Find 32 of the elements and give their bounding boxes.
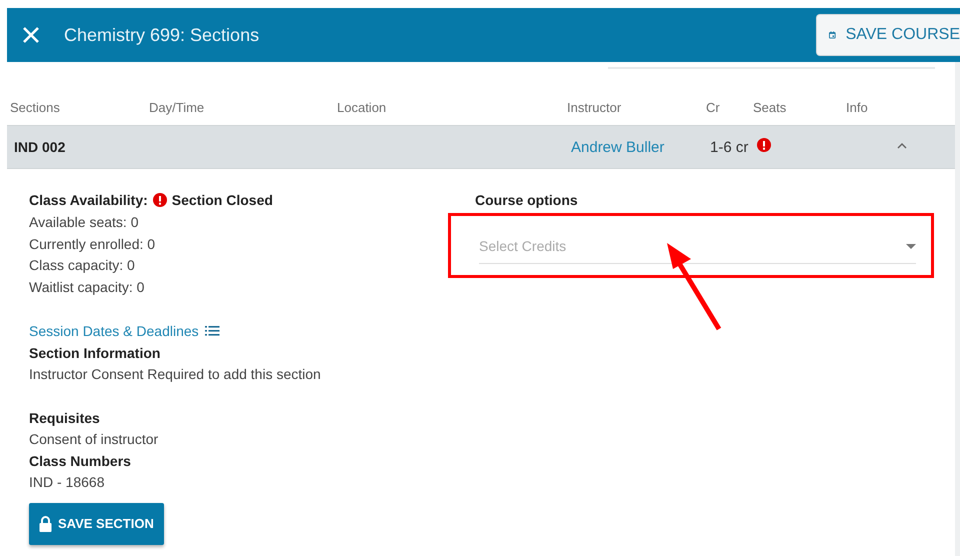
lock-icon <box>39 516 52 532</box>
section-heading: Section Information <box>29 344 162 363</box>
section-text: IND - 18668 <box>29 473 106 492</box>
section-text: Instructor Consent Required to add this section <box>29 365 322 384</box>
chevron-icon <box>896 141 908 149</box>
window-title: Chemistry 699: Sections <box>64 24 260 46</box>
section-heading: Class Numbers <box>29 452 132 471</box>
section-heading: Requisites <box>29 408 101 428</box>
column-header: Cr <box>706 100 721 114</box>
seat-stat: Waitlist capacity: 0 <box>29 278 146 297</box>
save-section-button[interactable]: SAVE SECTION <box>29 502 164 544</box>
availability-label: Class Availability: <box>29 191 148 210</box>
seat-stat: Currently enrolled: 0 <box>29 234 156 254</box>
availability-status: Section Closed <box>172 191 273 210</box>
column-header: Info <box>846 100 869 114</box>
course-options-heading: Course options <box>475 191 579 210</box>
save-course-button[interactable]: SAVE COURSE <box>816 14 960 56</box>
column-header: Sections <box>10 100 61 114</box>
column-header: Location <box>337 100 388 114</box>
column-header: Instructor <box>567 100 622 114</box>
section-text: Consent of instructor <box>29 430 160 448</box>
seat-stat: Class capacity: 0 <box>29 256 136 275</box>
list-icon <box>204 326 220 336</box>
session-dates-link[interactable]: Session Dates & Deadlines <box>29 320 199 342</box>
column-header: Seats <box>753 100 788 114</box>
seat-stat: Available seats: 0 <box>29 213 140 232</box>
section-code: IND 002 <box>14 139 66 155</box>
close-icon <box>22 26 40 44</box>
dropdown-caret-icon <box>906 244 916 248</box>
credits-text: 1-6 cr <box>710 138 750 156</box>
column-header: Day/Time <box>149 100 206 114</box>
instructor-link[interactable]: Andrew Buller <box>571 138 710 156</box>
